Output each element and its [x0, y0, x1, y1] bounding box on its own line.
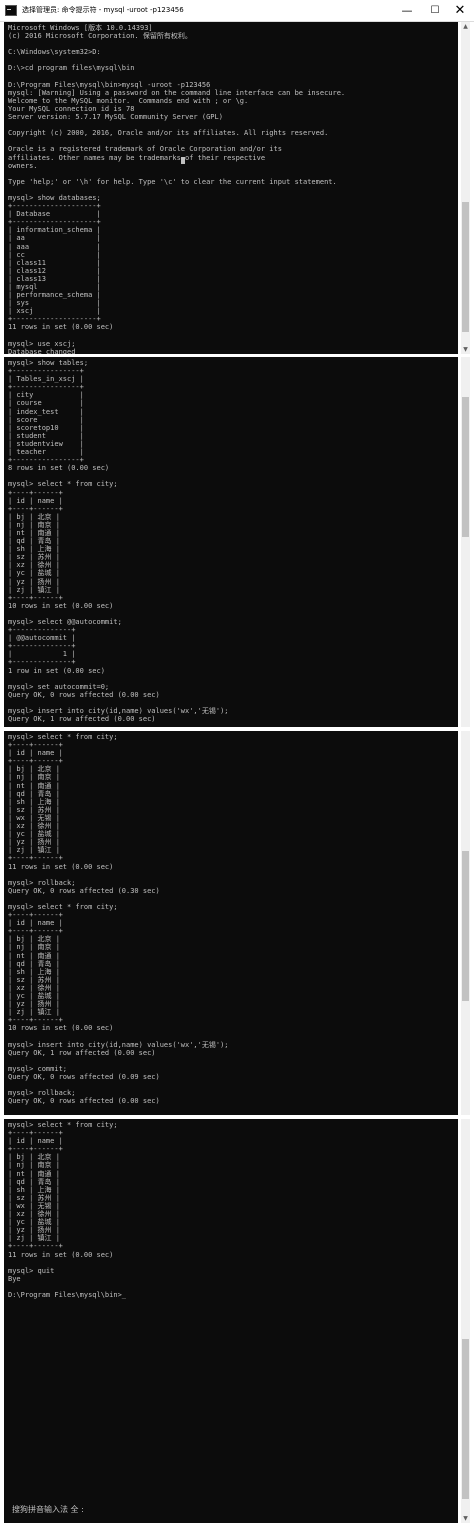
ime-status-bar: 搜狗拼音输入法 全 : [12, 1505, 84, 1514]
scrollbar-4[interactable]: ▼ [461, 1119, 470, 1523]
scrollbar-2[interactable] [461, 357, 470, 727]
scroll-down-arrow-icon[interactable]: ▼ [461, 1514, 470, 1523]
scrollbar-thumb-1[interactable] [462, 202, 469, 332]
scrollbar-thumb-3[interactable] [462, 851, 469, 1001]
console-panel-3[interactable]: mysql> select * from city; +----+------+… [4, 731, 458, 1115]
console-panel-4[interactable]: mysql> select * from city; +----+------+… [4, 1119, 458, 1523]
console-panel-2[interactable]: mysql> show tables; +----------------+ |… [4, 357, 458, 727]
console-panel-1[interactable]: Microsoft Windows [版本 10.0.14393] (c) 20… [4, 22, 458, 354]
maximize-button[interactable]: ☐ [421, 0, 449, 22]
scrollbar-1[interactable]: ▲ ▼ [461, 22, 470, 354]
title-bar[interactable]: 选择管理员: 命令提示符 - mysql -uroot -p123456 — ☐… [0, 0, 474, 22]
cmd-icon[interactable] [5, 5, 17, 16]
console-output-4: mysql> select * from city; +----+------+… [8, 1121, 127, 1299]
scrollbar-thumb-2[interactable] [462, 397, 469, 537]
console-output-1: Microsoft Windows [版本 10.0.14393] (c) 20… [8, 24, 346, 354]
scroll-up-arrow-icon[interactable]: ▲ [461, 22, 470, 31]
scrollbar-thumb-4[interactable] [462, 1339, 469, 1499]
window-title: 选择管理员: 命令提示符 - mysql -uroot -p123456 [22, 6, 184, 14]
minimize-button[interactable]: — [393, 0, 421, 22]
console-output-3: mysql> select * from city; +----+------+… [8, 733, 229, 1106]
scrollbar-3[interactable] [461, 731, 470, 1115]
scroll-down-arrow-icon[interactable]: ▼ [461, 345, 470, 354]
console-output-2: mysql> show tables; +----------------+ |… [8, 359, 229, 724]
text-cursor [181, 157, 185, 164]
close-button[interactable]: ✕ [446, 0, 474, 22]
